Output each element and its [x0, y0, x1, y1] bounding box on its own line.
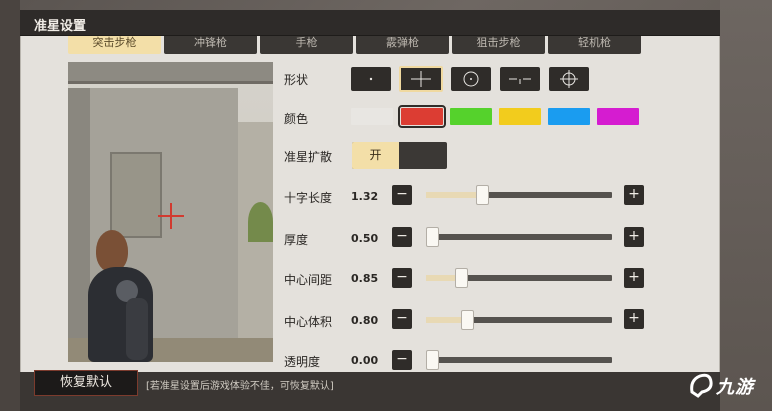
character-head: [96, 230, 128, 272]
color-label: 颜色: [284, 112, 309, 126]
color-swatch-magenta[interactable]: [597, 108, 639, 125]
color-swatch-yellow[interactable]: [499, 108, 541, 125]
slider-label: 厚度: [284, 233, 309, 247]
preview-trees: [248, 202, 273, 242]
slider-thumb[interactable]: [426, 227, 439, 247]
character-arm: [126, 298, 148, 360]
decrement-button[interactable]: −: [392, 268, 412, 288]
shape-label: 形状: [284, 73, 309, 87]
tab-sniper-rifle[interactable]: 狙击步枪: [452, 36, 545, 54]
tab-assault-rifle[interactable]: 突击步枪: [68, 36, 161, 54]
reset-default-button[interactable]: 恢复默认: [34, 370, 138, 396]
spread-toggle-on: 开: [352, 142, 399, 169]
slider-track[interactable]: [426, 268, 612, 288]
decrement-button[interactable]: −: [392, 309, 412, 329]
increment-button[interactable]: +: [624, 185, 644, 205]
window-title: 准星设置: [34, 19, 87, 34]
spread-label: 准星扩散: [284, 150, 333, 164]
decrement-button[interactable]: −: [392, 350, 412, 370]
crosshair-vertical: [170, 203, 172, 229]
slider-track[interactable]: [426, 350, 612, 370]
slider-thumb[interactable]: [426, 350, 439, 370]
shape-gap-cross-button[interactable]: [500, 67, 540, 91]
slider-thumb[interactable]: [455, 268, 468, 288]
shape-cross-button[interactable]: [399, 66, 443, 92]
crosshair-preview: [68, 62, 273, 362]
preview-roof: [68, 62, 273, 84]
slider-track[interactable]: [426, 227, 612, 247]
slider-value: 0.85: [351, 272, 379, 285]
increment-button[interactable]: +: [624, 227, 644, 247]
color-swatch-white[interactable]: [351, 108, 393, 125]
slider-track[interactable]: [426, 185, 612, 205]
slider-label: 中心间距: [284, 273, 333, 287]
shape-circle-cross-button[interactable]: [549, 67, 589, 91]
slider-label: 透明度: [284, 355, 321, 369]
color-swatch-red[interactable]: [398, 105, 446, 128]
game-backdrop-left: [0, 0, 20, 411]
slider-thumb[interactable]: [476, 185, 489, 205]
circle-dot-icon: [463, 71, 479, 87]
tab-lmg[interactable]: 轻机枪: [548, 36, 641, 54]
dot-icon: [369, 77, 373, 81]
tab-shotgun[interactable]: 霰弹枪: [356, 36, 449, 54]
circle-cross-icon: [560, 70, 578, 88]
slider-value: 0.80: [351, 314, 379, 327]
spread-toggle[interactable]: 开: [352, 142, 447, 169]
tab-pistol[interactable]: 手枪: [260, 36, 353, 54]
decrement-button[interactable]: −: [392, 227, 412, 247]
slider-value: 0.50: [351, 232, 379, 245]
color-swatch-blue[interactable]: [548, 108, 590, 125]
game-backdrop-right: [720, 0, 772, 411]
watermark-text: 九游: [716, 377, 754, 398]
slider-track[interactable]: [426, 310, 612, 330]
preview-door: [110, 152, 162, 238]
increment-button[interactable]: +: [624, 309, 644, 329]
increment-button[interactable]: +: [624, 268, 644, 288]
jiuyou-logo-icon: [690, 373, 713, 398]
cross-icon: [411, 71, 431, 87]
reset-note: [若准星设置后游戏体验不佳，可恢复默认]: [146, 381, 334, 392]
gap-cross-icon: [509, 78, 531, 84]
slider-label: 十字长度: [284, 191, 333, 205]
weapon-tab-bar: 突击步枪 冲锋枪 手枪 霰弹枪 狙击步枪 轻机枪: [68, 36, 641, 54]
tab-smg[interactable]: 冲锋枪: [164, 36, 257, 54]
slider-label: 中心体积: [284, 315, 333, 329]
slider-value: 1.32: [351, 190, 379, 203]
window-header: 准星设置: [20, 10, 720, 36]
slider-fill: [426, 192, 483, 198]
shape-dot-button[interactable]: [351, 67, 391, 91]
decrement-button[interactable]: −: [392, 185, 412, 205]
preview-wall-shade: [68, 88, 90, 338]
shape-circle-dot-button[interactable]: [451, 67, 491, 91]
slider-value: 0.00: [351, 354, 379, 367]
color-swatch-green[interactable]: [450, 108, 492, 125]
slider-thumb[interactable]: [461, 310, 474, 330]
